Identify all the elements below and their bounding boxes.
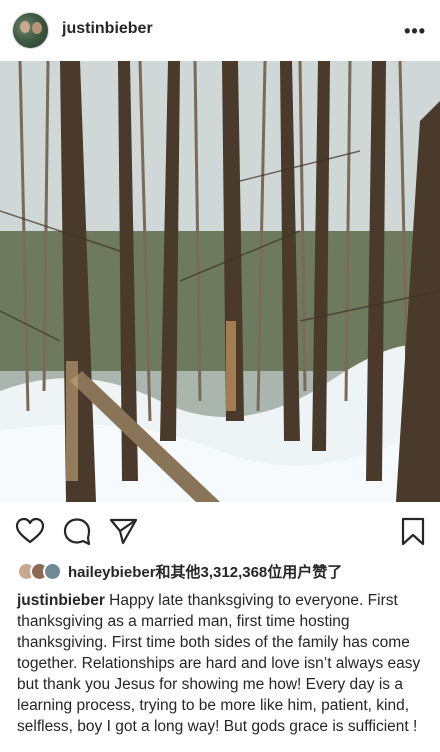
caption-username[interactable]: justinbieber [17, 592, 105, 609]
likes-count-text[interactable]: haileybieber和其他3,312,368位用户赞了 [68, 561, 342, 582]
bookmark-icon[interactable] [398, 516, 428, 546]
heart-icon[interactable] [15, 516, 45, 546]
send-icon[interactable] [108, 516, 138, 546]
caption-text: Happy late thanksgiving to everyone. Fir… [17, 592, 421, 735]
post-caption: justinbieber Happy late thanksgiving to … [17, 590, 427, 737]
forest-image [0, 61, 440, 502]
more-options-icon[interactable]: ••• [404, 21, 426, 42]
post-username[interactable]: justinbieber [62, 20, 153, 38]
post-header: justinbieber ••• [0, 0, 440, 60]
likes-row[interactable]: haileybieber和其他3,312,368位用户赞了 [17, 560, 342, 582]
liker-avatar [43, 561, 62, 581]
comment-icon[interactable] [62, 516, 92, 546]
post-actions-bar [0, 506, 440, 552]
post-photo[interactable] [0, 61, 440, 502]
profile-avatar[interactable] [12, 12, 49, 49]
